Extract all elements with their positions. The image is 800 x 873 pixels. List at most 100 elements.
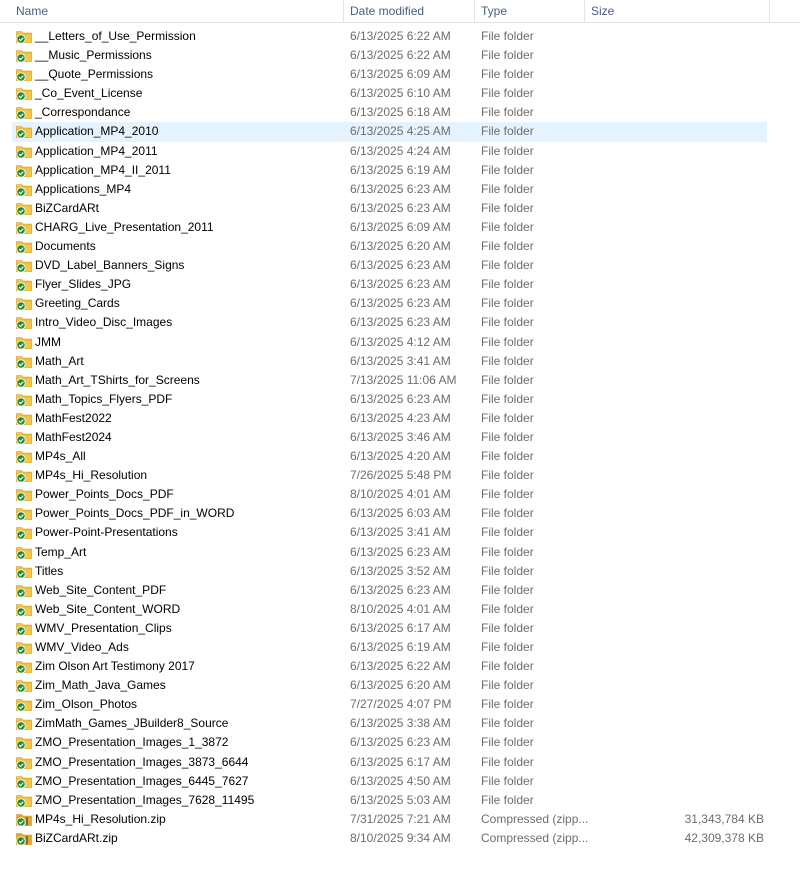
file-row[interactable]: MathFest2024 6/13/2025 3:46 AM File folder: [0, 428, 800, 447]
file-row[interactable]: ZMO_Presentation_Images_3873_6644 6/13/20…: [0, 753, 800, 772]
file-date-modified: 6/13/2025 6:18 AM: [350, 105, 451, 120]
file-row[interactable]: BiZCardARt 6/13/2025 6:23 AM File folder: [0, 199, 800, 218]
file-type: File folder: [481, 200, 534, 215]
file-row[interactable]: Greeting_Cards 6/13/2025 6:23 AM File fold…: [0, 294, 800, 313]
file-type: File folder: [481, 620, 534, 635]
folder-synced-icon: [16, 163, 32, 178]
column-divider[interactable]: [584, 0, 585, 22]
file-row[interactable]: Power_Points_Docs_PDF_in_WORD 6/13/2025 6…: [0, 504, 800, 523]
file-row[interactable]: MP4s_Hi_Resolution 7/26/2025 5:48 PM File …: [0, 466, 800, 485]
folder-synced-icon: [16, 392, 32, 407]
file-row[interactable]: WMV_Video_Ads 6/13/2025 6:19 AM File folde…: [0, 638, 800, 657]
file-row[interactable]: Temp_Art 6/13/2025 6:23 AM File folder: [0, 543, 800, 562]
file-name: __Quote_Permissions: [35, 67, 154, 82]
zip-synced-icon: [16, 812, 32, 827]
file-row[interactable]: __Music_Permissions 6/13/2025 6:22 AM File…: [0, 46, 800, 65]
file-row[interactable]: Math_Art 6/13/2025 3:41 AM File folder: [0, 352, 800, 371]
file-date-modified: 6/13/2025 6:19 AM: [350, 162, 451, 177]
file-row[interactable]: DVD_Label_Banners_Signs 6/13/2025 6:23 AM…: [0, 256, 800, 275]
file-name: Power_Points_Docs_PDF_in_WORD: [35, 506, 235, 521]
folder-synced-icon: [16, 239, 32, 254]
file-date-modified: 6/13/2025 6:22 AM: [350, 29, 451, 43]
folder-synced-icon: [16, 373, 32, 388]
column-divider[interactable]: [474, 0, 475, 22]
file-row[interactable]: _Co_Event_License 6/13/2025 6:10 AM File f…: [0, 84, 800, 103]
file-name: WMV_Presentation_Clips: [35, 620, 172, 635]
column-header-size[interactable]: Size: [591, 0, 614, 22]
folder-synced-icon: [16, 545, 32, 560]
file-name: Power_Points_Docs_PDF: [35, 487, 174, 502]
folder-synced-icon: [16, 220, 32, 235]
file-row[interactable]: Zim_Olson_Photos 7/27/2025 4:07 PM File fo…: [0, 695, 800, 714]
folder-synced-icon: [16, 678, 32, 693]
file-date-modified: 6/13/2025 4:25 AM: [350, 124, 451, 139]
file-type: File folder: [481, 525, 534, 540]
file-row[interactable]: Application_MP4_II_2011 6/13/2025 6:19 AM…: [0, 161, 800, 180]
folder-synced-icon: [16, 29, 32, 44]
file-row[interactable]: Titles 6/13/2025 3:52 AM File folder: [0, 562, 800, 581]
file-row[interactable]: Intro_Video_Disc_Images 6/13/2025 6:23 AM…: [0, 313, 800, 332]
column-divider[interactable]: [343, 0, 344, 22]
file-row[interactable]: ZMO_Presentation_Images_7628_11495 6/13/2…: [0, 791, 800, 810]
file-row[interactable]: BiZCardARt.zip 8/10/2025 9:34 AM Compresse…: [0, 829, 800, 848]
file-type: File folder: [481, 735, 534, 750]
file-row[interactable]: __Letters_of_Use_Permission 6/13/2025 6:2…: [0, 27, 800, 46]
file-name: _Co_Event_License: [35, 86, 143, 101]
column-header-date-modified[interactable]: Date modified: [350, 0, 424, 22]
folder-synced-icon: [16, 564, 32, 579]
file-row[interactable]: Web_Site_Content_WORD 8/10/2025 4:01 AM Fi…: [0, 600, 800, 619]
file-row[interactable]: MP4s_Hi_Resolution.zip 7/31/2025 7:21 AM C…: [0, 810, 800, 829]
folder-synced-icon: [16, 67, 32, 82]
file-name: DVD_Label_Banners_Signs: [35, 258, 185, 273]
file-row[interactable]: Flyer_Slides_JPG 6/13/2025 6:23 AM File fo…: [0, 275, 800, 294]
file-name: Applications_MP4: [35, 181, 132, 196]
file-row[interactable]: Math_Art_TShirts_for_Screens 7/13/2025 11…: [0, 371, 800, 390]
file-row[interactable]: MP4s_All 6/13/2025 4:20 AM File folder: [0, 447, 800, 466]
file-type: File folder: [481, 67, 534, 82]
file-date-modified: 7/31/2025 7:21 AM: [350, 811, 451, 826]
file-row[interactable]: Application_MP4_2011 6/13/2025 4:24 AM Fil…: [0, 142, 800, 161]
file-date-modified: 6/13/2025 6:22 AM: [350, 659, 451, 674]
file-type: File folder: [481, 86, 534, 101]
file-row[interactable]: Web_Site_Content_PDF 6/13/2025 6:23 AM Fil…: [0, 581, 800, 600]
file-name: Temp_Art: [35, 544, 87, 559]
file-row[interactable]: ZimMath_Games_JBuilder8_Source 6/13/2025 …: [0, 714, 800, 733]
file-row[interactable]: Power_Points_Docs_PDF 8/10/2025 4:01 AM Fi…: [0, 485, 800, 504]
file-row[interactable]: Documents 6/13/2025 6:20 AM File folder: [0, 237, 800, 256]
file-row[interactable]: __Quote_Permissions 6/13/2025 6:09 AM File…: [0, 65, 800, 84]
file-row[interactable]: MathFest2022 6/13/2025 4:23 AM File folder: [0, 409, 800, 428]
file-row[interactable]: ZMO_Presentation_Images_6445_7627 6/13/20…: [0, 772, 800, 791]
folder-synced-icon: [16, 430, 32, 445]
file-date-modified: 6/13/2025 3:41 AM: [350, 525, 451, 540]
file-row[interactable]: ZMO_Presentation_Images_1_3872 6/13/2025 …: [0, 733, 800, 752]
file-row[interactable]: Zim_Math_Java_Games 6/13/2025 6:20 AM File…: [0, 676, 800, 695]
file-row[interactable]: WMV_Presentation_Clips 6/13/2025 6:17 AM F…: [0, 619, 800, 638]
file-row[interactable]: Power-Point-Presentations 6/13/2025 3:41 …: [0, 523, 800, 542]
file-row[interactable]: _Correspondance 6/13/2025 6:18 AM File fol…: [0, 103, 800, 122]
column-divider[interactable]: [769, 0, 770, 22]
file-date-modified: 6/13/2025 5:03 AM: [350, 792, 451, 807]
file-row[interactable]: Applications_MP4 6/13/2025 6:23 AM File fo…: [0, 180, 800, 199]
file-row[interactable]: Math_Topics_Flyers_PDF 6/13/2025 6:23 AM F…: [0, 390, 800, 409]
file-name: Application_MP4_2011: [35, 143, 158, 158]
file-date-modified: 8/10/2025 9:34 AM: [350, 830, 451, 845]
file-date-modified: 8/10/2025 4:01 AM: [350, 487, 451, 502]
column-header-type[interactable]: Type: [481, 0, 507, 22]
file-date-modified: 6/13/2025 6:23 AM: [350, 200, 451, 215]
file-type: File folder: [481, 181, 534, 196]
column-header-name[interactable]: Name: [16, 0, 48, 22]
file-date-modified: 6/13/2025 6:23 AM: [350, 582, 451, 597]
file-row[interactable]: JMM 6/13/2025 4:12 AM File folder: [0, 333, 800, 352]
file-row[interactable]: Application_MP4_2010 6/13/2025 4:25 AM Fil…: [0, 122, 800, 142]
file-name: WMV_Video_Ads: [35, 640, 129, 654]
file-type: File folder: [481, 563, 534, 578]
file-type: File folder: [481, 105, 534, 120]
file-date-modified: 6/13/2025 6:23 AM: [350, 735, 451, 750]
file-name: _Correspondance: [35, 105, 131, 120]
file-date-modified: 6/13/2025 6:17 AM: [350, 754, 451, 769]
file-type: File folder: [481, 124, 534, 139]
file-date-modified: 6/13/2025 4:20 AM: [350, 449, 451, 464]
file-row[interactable]: Zim Olson Art Testimony 2017 6/13/2025 6:…: [0, 657, 800, 676]
folder-synced-icon: [16, 659, 32, 674]
file-row[interactable]: CHARG_Live_Presentation_2011 6/13/2025 6:…: [0, 218, 800, 237]
